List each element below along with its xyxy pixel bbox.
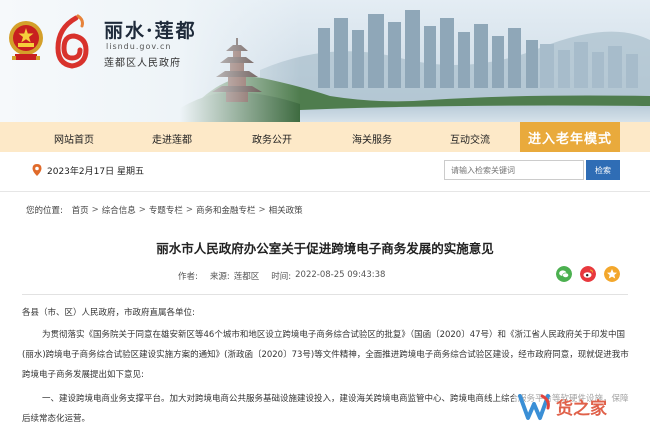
divider [22, 294, 628, 295]
breadcrumb-commerce-finance[interactable]: 商务和金融专栏 [196, 204, 256, 216]
lishui-logo-icon [55, 14, 89, 69]
breadcrumb-prefix: 您的位置: [26, 206, 63, 216]
source-label: 来源: [209, 272, 230, 282]
source-value: 莲都区 [233, 272, 260, 282]
breadcrumb-separator [66, 205, 69, 215]
breadcrumb-general-info[interactable]: 综合信息 [102, 204, 136, 216]
site-subtitle: 莲都区人民政府 [104, 58, 181, 69]
date-row: 2023年2月17日 星期五 [32, 162, 144, 178]
current-date: 2023年2月17日 星期五 [47, 166, 144, 177]
divider [0, 191, 650, 192]
paragraph-line: 后续常态化运营。 [22, 414, 91, 424]
nav-explore-liandu[interactable]: 走进莲都 [152, 131, 192, 146]
time-value: 2022-08-25 09:43:38 [295, 270, 386, 280]
breadcrumb-special-column[interactable]: 专题专栏 [149, 204, 183, 216]
search-input[interactable] [444, 160, 584, 180]
article-meta: 作者: 来源: 莲都区 时间: 2022-08-25 09:43:38 [178, 270, 397, 282]
breadcrumb-separator: > [258, 205, 266, 215]
national-emblem-icon [9, 21, 43, 60]
nav-interaction[interactable]: 互动交流 [450, 131, 490, 146]
breadcrumb-separator: > [138, 205, 146, 215]
breadcrumb-related-policies[interactable]: 相关政策 [269, 204, 303, 216]
wechat-icon[interactable] [556, 266, 572, 282]
paragraph-salutation: 各县（市、区）人民政府，市政府直属各单位: [22, 308, 195, 318]
paragraph-line: 为贯彻落实《国务院关于同意在雄安新区等46个城市和地区设立跨境电子商务综合试验区… [42, 330, 626, 340]
location-pin-icon [32, 164, 42, 176]
breadcrumb-separator: > [91, 205, 99, 215]
author-label: 作者: [178, 272, 198, 282]
nav-customs-services[interactable]: 海关服务 [352, 131, 392, 146]
article-title: 丽水市人民政府办公室关于促进跨境电子商务发展的实施意见 [156, 241, 494, 256]
paragraph-line: 跨境电子商务发展提出如下意见: [22, 370, 144, 380]
site-domain: lisndu.gov.cn [106, 42, 172, 51]
time-label: 时间: [271, 272, 292, 282]
breadcrumb-home[interactable]: 首页 [72, 204, 89, 216]
breadcrumb: 您的位置: 首页 > 综合信息 > 专题专栏 > 商务和金融专栏 > 相关政策 [26, 204, 303, 216]
nav-government-affairs[interactable]: 政务公开 [252, 131, 292, 146]
watermark-text: 货之家 [556, 398, 607, 419]
weibo-icon[interactable] [580, 266, 596, 282]
paragraph-line: (丽水)跨境电子商务综合试验区建设实施方案的通知》(浙政函〔2020〕73号)等… [22, 350, 629, 360]
header-banner: 丽水·莲都 lisndu.gov.cn 莲都区人民政府 [0, 0, 650, 122]
breadcrumb-separator: > [185, 205, 193, 215]
huozhijia-watermark-logo: 货之家 [514, 390, 644, 424]
nav-home[interactable]: 网站首页 [54, 131, 94, 146]
search-button[interactable]: 检索 [586, 160, 620, 180]
site-title: 丽水·莲都 [104, 20, 197, 42]
elder-mode-button[interactable]: 进入老年模式 [520, 122, 620, 152]
qzone-icon[interactable] [604, 266, 620, 282]
